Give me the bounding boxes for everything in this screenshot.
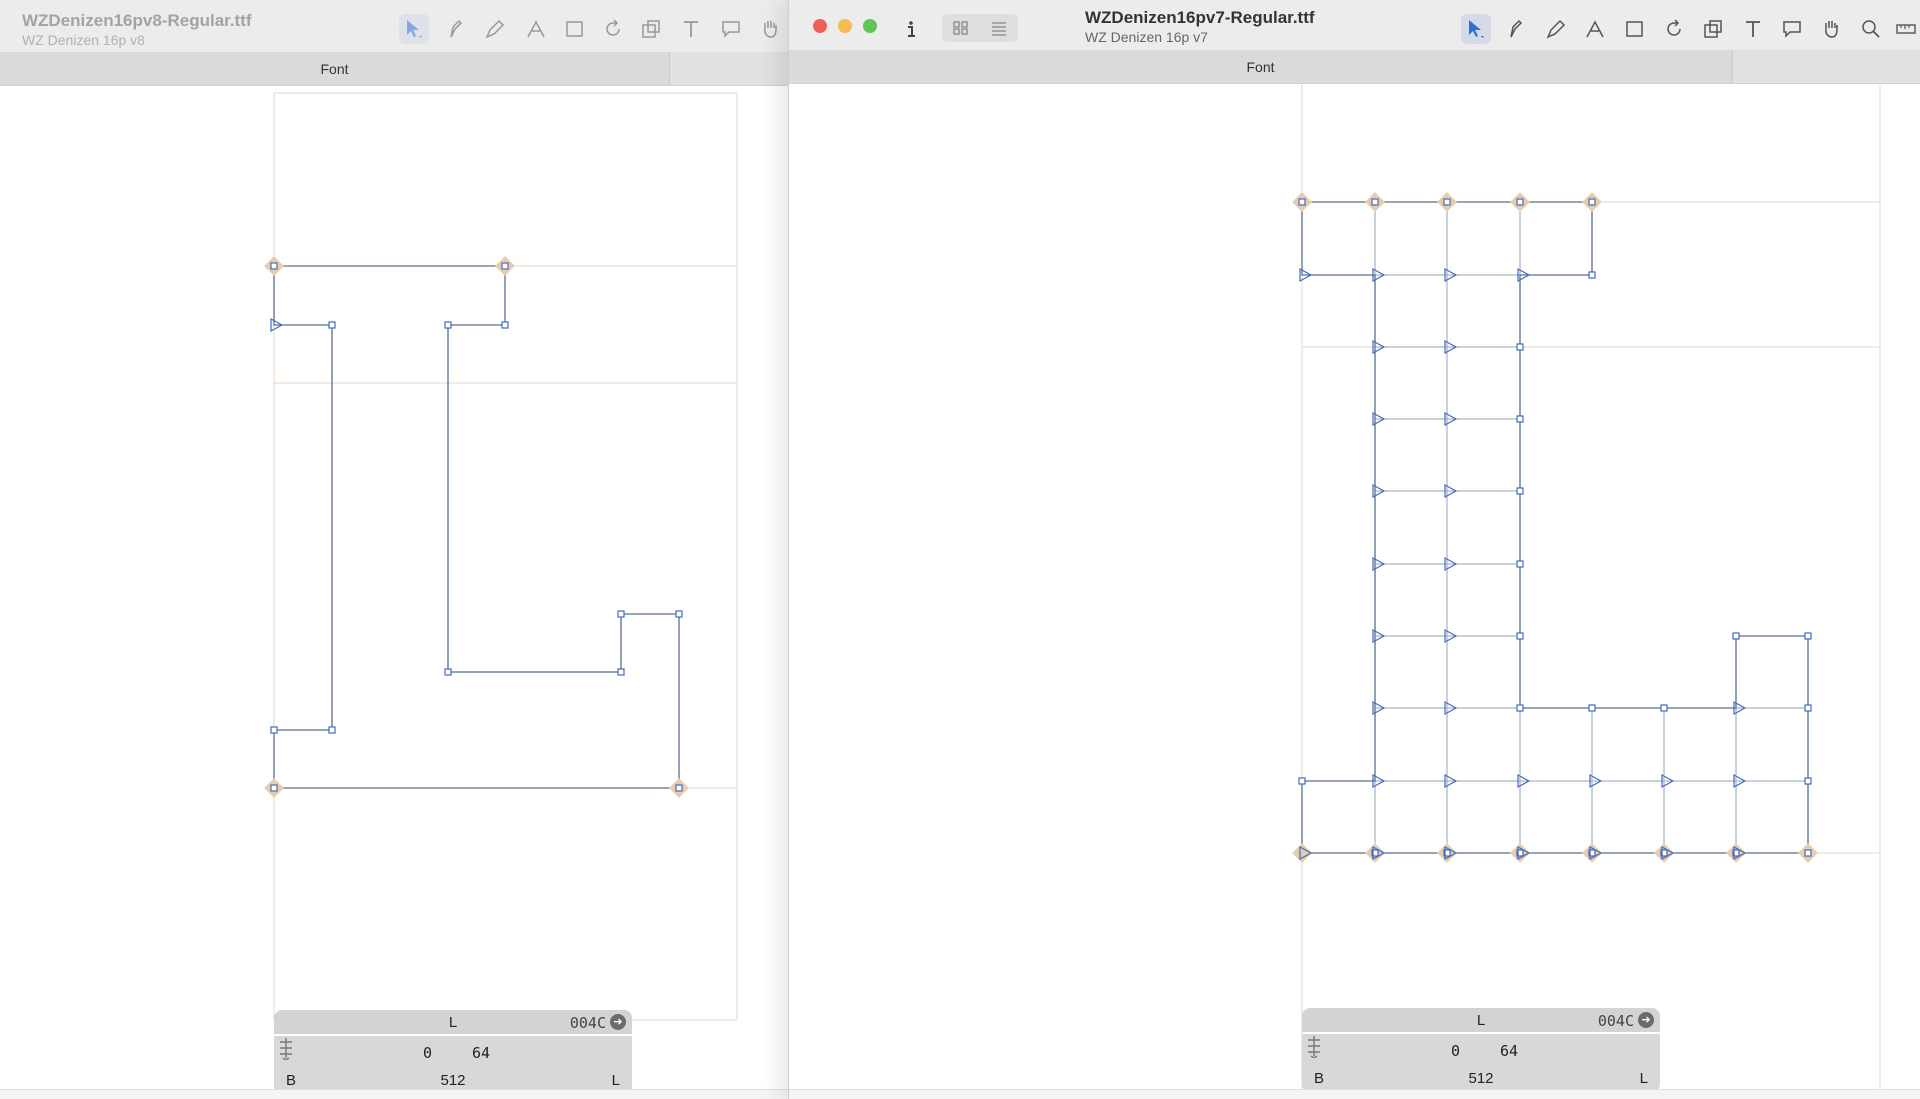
rotate-tool-button[interactable] bbox=[1659, 14, 1689, 44]
tab-bar: Font bbox=[0, 52, 790, 86]
glyph-name-row: L 004C ➜ bbox=[274, 1010, 632, 1034]
tab-bar: Font bbox=[789, 50, 1920, 84]
glyph-info-panel: L 004C ➜ 0 64 B 512 L bbox=[274, 1010, 632, 1094]
speech-bubble-icon bbox=[1783, 21, 1801, 38]
grid-view-button[interactable] bbox=[942, 14, 980, 42]
pen-icon bbox=[1546, 19, 1566, 39]
metrics-row: 0 64 B 512 L bbox=[1302, 1034, 1660, 1092]
hand-tool-button[interactable] bbox=[1816, 14, 1846, 44]
hand-icon bbox=[764, 21, 777, 38]
select-arrow-icon bbox=[1469, 20, 1484, 38]
text-icon bbox=[1746, 21, 1760, 37]
right-sidebearing-value[interactable]: 64 bbox=[1500, 1042, 1518, 1060]
draw-tool-button[interactable] bbox=[521, 14, 551, 44]
draw-tool-button[interactable] bbox=[1580, 14, 1610, 44]
grid-view-icon bbox=[953, 21, 968, 35]
view-mode-segmented-control bbox=[942, 14, 1018, 42]
advance-width-value[interactable]: 512 bbox=[274, 1072, 632, 1089]
glyph-contour bbox=[273, 265, 680, 789]
info-icon bbox=[908, 21, 915, 37]
glyph-canvas[interactable]: L 004C ➜ 0 64 B 512 L bbox=[0, 87, 790, 1099]
annotation-tool-button[interactable] bbox=[716, 14, 746, 44]
extreme-markers bbox=[1292, 192, 1818, 863]
glyph-unicode: 004C bbox=[569, 1014, 606, 1032]
ruler-icon bbox=[1896, 24, 1916, 34]
select-tool-button[interactable] bbox=[1461, 14, 1491, 44]
glyph-outline-view bbox=[264, 92, 738, 1021]
scale-icon bbox=[1704, 20, 1722, 38]
glyph-canvas[interactable]: L 004C ➜ 0 64 B 512 L bbox=[789, 85, 1920, 1099]
sidebearing-link-icon[interactable] bbox=[274, 1036, 298, 1060]
glyph-info-panel: L 004C ➜ 0 64 B 512 L bbox=[1302, 1008, 1660, 1092]
rectangle-tool-button[interactable] bbox=[560, 14, 590, 44]
window-title: WZDenizen16pv8-Regular.ttf bbox=[22, 11, 252, 30]
metrics-row: 0 64 B 512 L bbox=[274, 1036, 632, 1094]
extreme-markers bbox=[264, 256, 689, 798]
scale-tool-button[interactable] bbox=[1698, 14, 1728, 44]
magnifier-icon bbox=[1862, 20, 1880, 38]
zoom-button[interactable] bbox=[863, 19, 877, 33]
text-tool-button[interactable] bbox=[676, 14, 706, 44]
titlebar: WZDenizen16pv7-Regular.ttf WZ Denizen 16… bbox=[789, 0, 1920, 50]
knife-tool-button[interactable] bbox=[440, 14, 470, 44]
text-tool-button[interactable] bbox=[1738, 14, 1768, 44]
right-kerning-group[interactable]: L bbox=[612, 1072, 620, 1089]
rotate-icon bbox=[606, 19, 620, 36]
scale-tool-button[interactable] bbox=[636, 14, 666, 44]
close-button[interactable] bbox=[813, 19, 827, 33]
advance-width-value[interactable]: 512 bbox=[1302, 1070, 1660, 1087]
hand-icon bbox=[1825, 21, 1838, 38]
window-bottom-bar bbox=[789, 1089, 1920, 1099]
rectangle-icon bbox=[566, 21, 583, 37]
zoom-tool-button[interactable] bbox=[1856, 14, 1886, 44]
list-view-icon bbox=[992, 22, 1006, 36]
draw-icon bbox=[527, 20, 545, 38]
right-kerning-group[interactable]: L bbox=[1640, 1070, 1648, 1087]
select-arrow-icon bbox=[407, 20, 422, 38]
knife-tool-button[interactable] bbox=[1500, 14, 1530, 44]
list-view-button[interactable] bbox=[980, 14, 1018, 42]
hand-tool-button[interactable] bbox=[755, 14, 785, 44]
measure-tool-button[interactable] bbox=[1891, 14, 1920, 44]
knife-icon bbox=[1510, 19, 1523, 38]
glyph-name-row: L 004C ➜ bbox=[1302, 1008, 1660, 1032]
go-to-glyph-arrow-icon[interactable]: ➜ bbox=[610, 1014, 626, 1030]
knife-icon bbox=[450, 19, 463, 38]
tab-font[interactable]: Font bbox=[0, 52, 670, 85]
rectangle-icon bbox=[1626, 21, 1643, 37]
right-sidebearing-value[interactable]: 64 bbox=[472, 1044, 490, 1062]
pixel-grid-contours bbox=[1302, 202, 1808, 853]
pen-tool-button[interactable] bbox=[480, 14, 510, 44]
font-info-button[interactable] bbox=[896, 14, 926, 44]
window-title: WZDenizen16pv7-Regular.ttf bbox=[1085, 8, 1315, 27]
speech-bubble-icon bbox=[722, 21, 740, 38]
on-curve-nodes[interactable] bbox=[1298, 198, 1812, 857]
titlebar: WZDenizen16pv8-Regular.ttf WZ Denizen 16… bbox=[0, 0, 790, 52]
font-window-v8: WZDenizen16pv8-Regular.ttf WZ Denizen 16… bbox=[0, 0, 790, 1099]
window-subtitle: WZ Denizen 16p v7 bbox=[1085, 29, 1208, 45]
window-bottom-bar bbox=[0, 1089, 790, 1099]
glyph-outline-view bbox=[1292, 85, 1881, 1099]
sidebearing-link-icon[interactable] bbox=[1302, 1034, 1326, 1058]
window-subtitle: WZ Denizen 16p v8 bbox=[22, 32, 145, 48]
annotation-tool-button[interactable] bbox=[1777, 14, 1807, 44]
glyph-contour bbox=[1301, 201, 1809, 854]
text-icon bbox=[684, 21, 698, 37]
rectangle-tool-button[interactable] bbox=[1620, 14, 1650, 44]
left-sidebearing-value[interactable]: 0 bbox=[1451, 1042, 1460, 1060]
rotate-tool-button[interactable] bbox=[598, 14, 628, 44]
pen-tool-button[interactable] bbox=[1541, 14, 1571, 44]
tab-font[interactable]: Font bbox=[789, 50, 1733, 83]
select-tool-button[interactable] bbox=[399, 14, 429, 44]
font-window-v7: WZDenizen16pv7-Regular.ttf WZ Denizen 16… bbox=[788, 0, 1920, 1099]
draw-icon bbox=[1586, 20, 1604, 38]
scale-icon bbox=[642, 20, 660, 38]
glyph-unicode: 004C bbox=[1597, 1012, 1634, 1030]
left-sidebearing-value[interactable]: 0 bbox=[423, 1044, 432, 1062]
go-to-glyph-arrow-icon[interactable]: ➜ bbox=[1638, 1012, 1654, 1028]
pen-icon bbox=[485, 19, 505, 39]
rotate-icon bbox=[1667, 19, 1681, 36]
minimize-button[interactable] bbox=[838, 19, 852, 33]
